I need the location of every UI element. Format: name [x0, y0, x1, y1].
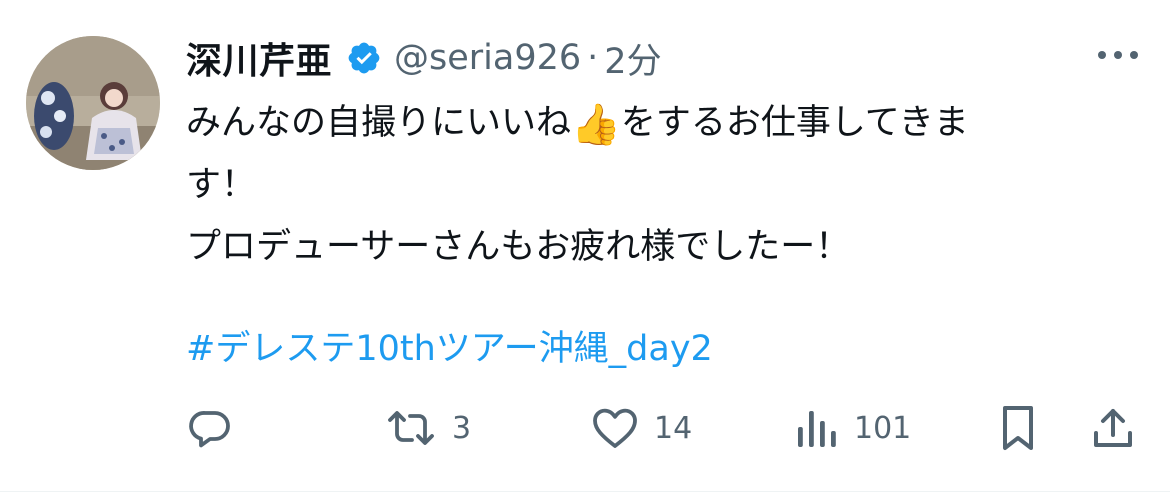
verified-badge-icon [346, 40, 382, 76]
thumbs-up-emoji: 👍 [571, 102, 621, 148]
retweet-count: 3 [452, 410, 472, 446]
tweet-text-line-2: す！ [186, 165, 257, 205]
bookmark-button[interactable] [998, 398, 1038, 458]
action-bar: 3 14 101 [186, 398, 1146, 458]
tweet-text-line-1: みんなの自撮りにいいね👍をするお仕事してきま [186, 92, 1146, 154]
like-button[interactable]: 14 [590, 398, 692, 458]
heart-icon [590, 405, 640, 451]
views-count: 101 [854, 410, 912, 446]
display-name[interactable]: 深川芹亜 [186, 32, 332, 84]
bookmark-icon [998, 403, 1038, 453]
like-count: 14 [654, 410, 693, 446]
tweet-header: 深川芹亜 @seria926 · 2分 [186, 28, 662, 88]
tweet-card[interactable]: 深川芹亜 @seria926 · 2分 みんなの自撮りにいいね👍をするお仕事して… [0, 0, 1170, 492]
separator-dot: · [587, 38, 599, 78]
views-button[interactable]: 101 [794, 398, 911, 458]
retweet-icon [384, 404, 438, 452]
timestamp[interactable]: 2分 [604, 33, 661, 84]
reply-button[interactable] [186, 398, 234, 458]
tweet-text: みんなの自撮りにいいね👍をするお仕事してきま す！ プロデューサーさんもお疲れ様… [186, 92, 1146, 278]
views-chart-icon [794, 405, 840, 451]
tweet-text-segment: をするお仕事してきま [620, 103, 969, 143]
reply-icon [186, 404, 234, 452]
hashtag-link[interactable]: #デレステ10thツアー沖縄_day2 [186, 319, 713, 379]
retweet-button[interactable]: 3 [384, 398, 471, 458]
avatar[interactable] [26, 36, 160, 170]
more-options-icon[interactable] [1094, 40, 1142, 70]
tweet-text-line-3: プロデューサーさんもお疲れ様でしたー！ [186, 227, 851, 267]
share-icon [1090, 405, 1136, 451]
tweet-text-segment: みんなの自撮りにいいね [186, 103, 572, 143]
share-button[interactable] [1090, 398, 1136, 458]
handle[interactable]: @seria926 [394, 38, 581, 78]
